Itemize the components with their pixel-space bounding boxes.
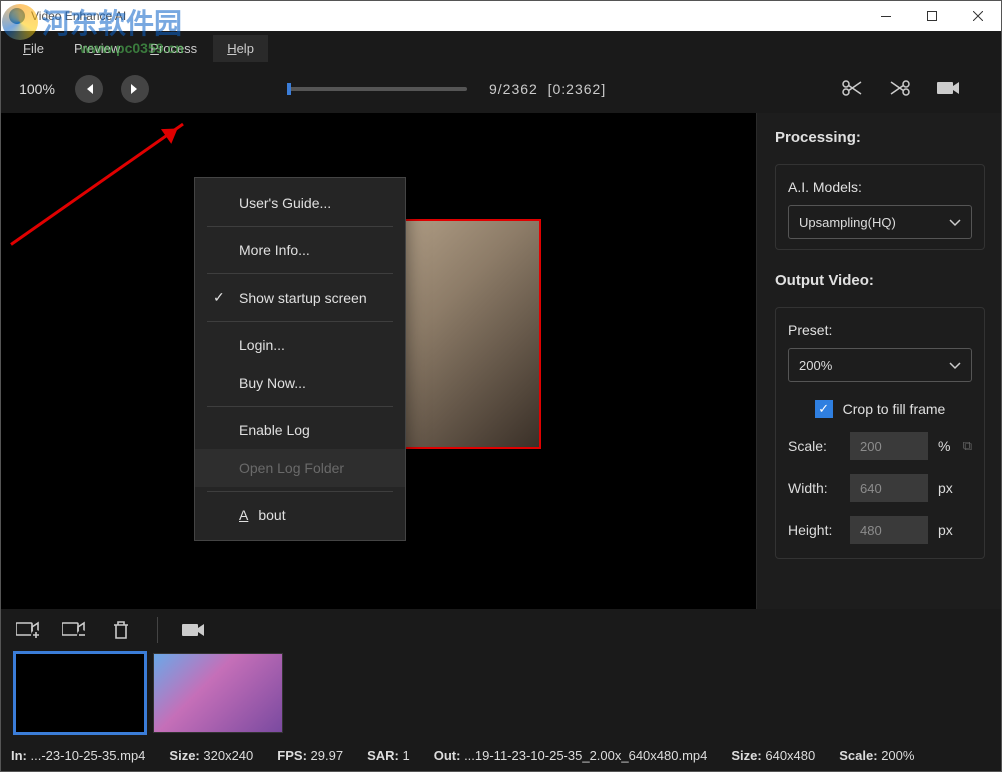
remove-clip-button[interactable] (61, 618, 89, 642)
toolbar: 100% 9/2362 [0:2362] (1, 65, 1001, 113)
scale-label: Scale: (788, 438, 840, 454)
scale-input[interactable]: 200 (850, 432, 928, 460)
slider-thumb[interactable] (287, 83, 291, 95)
clip-thumbnail[interactable] (153, 653, 283, 733)
clip-thumbnail[interactable] (15, 653, 145, 733)
menu-users-guide[interactable]: User's Guide... (195, 184, 405, 222)
chevron-down-icon (949, 359, 961, 371)
menu-preview[interactable]: Preview (60, 35, 134, 62)
processing-header: Processing: (775, 129, 985, 146)
cut-end-icon[interactable] (889, 79, 911, 100)
preset-select[interactable]: 200% (788, 348, 972, 382)
menu-file[interactable]: File (9, 35, 58, 62)
chevron-down-icon (949, 216, 961, 228)
add-clip-button[interactable] (15, 618, 43, 642)
height-input[interactable]: 480 (850, 516, 928, 544)
output-header: Output Video: (775, 272, 985, 289)
menu-login[interactable]: Login... (195, 326, 405, 364)
annotation-arrow (10, 123, 184, 246)
menu-buy-now[interactable]: Buy Now... (195, 364, 405, 402)
menu-process[interactable]: Process (136, 35, 211, 62)
menu-enable-log[interactable]: Enable Log (195, 411, 405, 449)
height-label: Height: (788, 522, 840, 538)
menu-more-info[interactable]: More Info... (195, 231, 405, 269)
frame-counter: 9/2362 [0:2362] (489, 81, 606, 97)
link-icon[interactable]: ⧉ (963, 438, 972, 454)
model-select[interactable]: Upsampling(HQ) (788, 205, 972, 239)
timeline-slider[interactable] (287, 87, 467, 91)
help-dropdown-menu: User's Guide... More Info... ✓Show start… (194, 177, 406, 541)
camera-icon[interactable] (937, 80, 961, 99)
maximize-button[interactable] (909, 1, 955, 31)
menu-about[interactable]: About (195, 496, 405, 534)
titlebar: Video Enhance AI (1, 1, 1001, 31)
zoom-percent[interactable]: 100% (17, 81, 57, 97)
menu-open-log-folder: Open Log Folder (195, 449, 405, 487)
prev-frame-button[interactable] (75, 75, 103, 103)
clip-tray (1, 609, 1001, 739)
delete-button[interactable] (107, 618, 135, 642)
menubar: File Preview Process Help (1, 31, 1001, 65)
settings-panel: Processing: A.I. Models: Upsampling(HQ) … (756, 113, 1001, 609)
crop-checkbox[interactable]: ✓ (815, 400, 833, 418)
cut-start-icon[interactable] (841, 79, 863, 100)
next-frame-button[interactable] (121, 75, 149, 103)
record-button[interactable] (180, 618, 208, 642)
crop-label: Crop to fill frame (843, 401, 946, 417)
window-title: Video Enhance AI (31, 9, 126, 23)
models-label: A.I. Models: (788, 179, 972, 195)
statusbar: In: ...-23-10-25-35.mp4 Size: 320x240 FP… (1, 739, 1001, 771)
menu-show-startup[interactable]: ✓Show startup screen (195, 278, 405, 317)
width-label: Width: (788, 480, 840, 496)
app-icon (9, 8, 25, 24)
preset-label: Preset: (788, 322, 972, 338)
minimize-button[interactable] (863, 1, 909, 31)
video-viewport[interactable]: User's Guide... More Info... ✓Show start… (1, 113, 756, 609)
width-input[interactable]: 640 (850, 474, 928, 502)
menu-help[interactable]: Help (213, 35, 268, 62)
close-button[interactable] (955, 1, 1001, 31)
